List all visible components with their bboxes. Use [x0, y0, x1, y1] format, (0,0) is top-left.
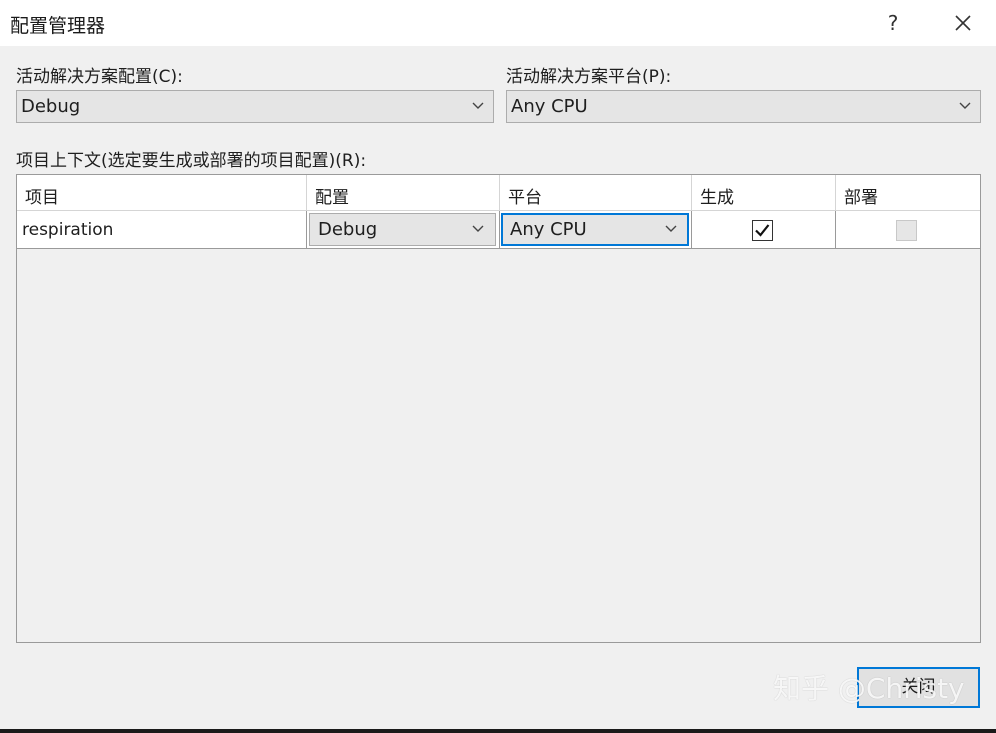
- active-config-value: Debug: [21, 96, 81, 117]
- deploy-checkbox[interactable]: [896, 220, 917, 241]
- table-row-platform-cell: Any CPU: [500, 211, 692, 249]
- active-platform-label: 活动解决方案平台(P):: [506, 67, 672, 87]
- row-config-select[interactable]: Debug: [309, 213, 496, 246]
- active-platform-value: Any CPU: [511, 96, 588, 117]
- table-row-project-cell[interactable]: respiration: [17, 211, 307, 249]
- build-checkbox[interactable]: [752, 220, 773, 241]
- chevron-down-icon: [472, 102, 484, 109]
- active-platform-select[interactable]: Any CPU: [506, 90, 981, 123]
- help-button[interactable]: ?: [876, 6, 910, 40]
- dialog-title: 配置管理器: [10, 15, 106, 37]
- column-header-project[interactable]: 项目: [17, 175, 307, 211]
- chevron-down-icon: [472, 225, 484, 232]
- watermark-text: 知乎 @Christy: [773, 672, 965, 705]
- column-header-platform[interactable]: 平台: [500, 175, 692, 211]
- row-config-value: Debug: [318, 219, 378, 240]
- table-row-build-cell: [692, 211, 836, 249]
- chevron-down-icon: [959, 102, 971, 109]
- chevron-down-icon: [665, 225, 677, 232]
- row-platform-value: Any CPU: [510, 219, 587, 240]
- project-name: respiration: [22, 220, 114, 240]
- close-window-button[interactable]: [944, 6, 982, 40]
- title-bar: 配置管理器 ?: [0, 0, 996, 46]
- active-config-label: 活动解决方案配置(C):: [16, 67, 183, 87]
- column-header-build[interactable]: 生成: [692, 175, 836, 211]
- column-header-configuration[interactable]: 配置: [307, 175, 500, 211]
- close-icon: [955, 15, 971, 31]
- configuration-manager-dialog: 配置管理器 ? 活动解决方案配置(C): Debug 活动解决方案平台(P): …: [0, 0, 996, 733]
- project-contexts-label: 项目上下文(选定要生成或部署的项目配置)(R):: [16, 151, 367, 171]
- active-config-select[interactable]: Debug: [16, 90, 494, 123]
- table-row-config-cell: Debug: [307, 211, 500, 249]
- column-header-deploy[interactable]: 部署: [836, 175, 980, 211]
- row-platform-select[interactable]: Any CPU: [501, 213, 689, 246]
- project-contexts-grid: 项目 配置 平台 生成 部署 respiration Debug Any CPU: [16, 174, 981, 643]
- table-row-deploy-cell: [836, 211, 980, 249]
